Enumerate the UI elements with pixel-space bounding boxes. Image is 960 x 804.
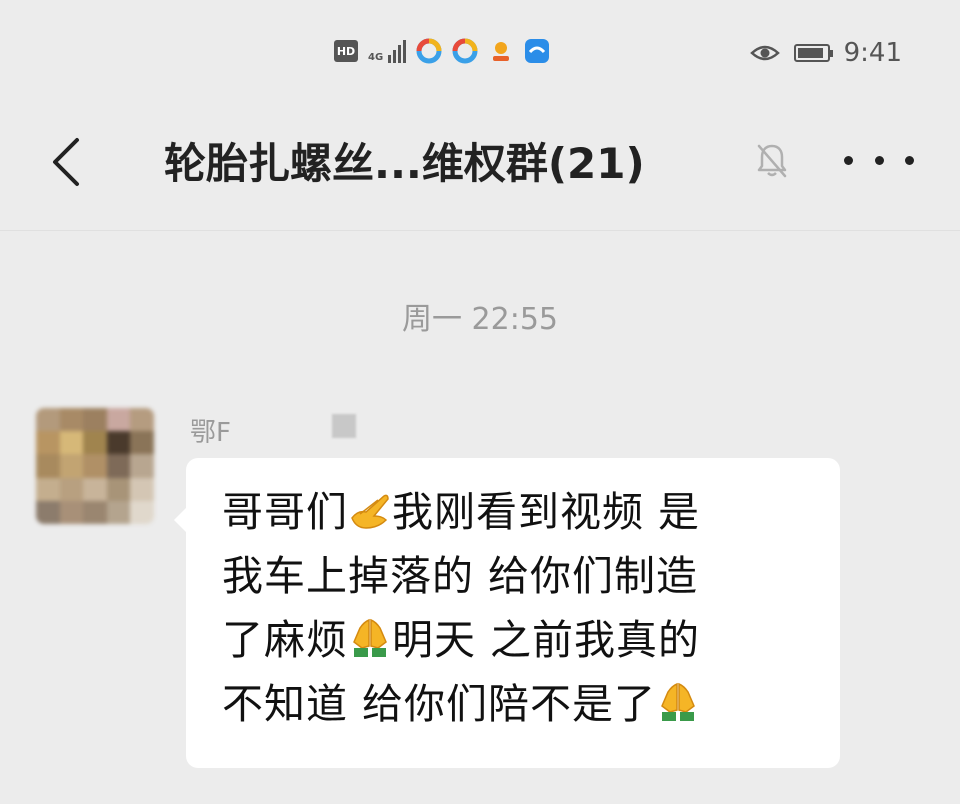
back-button[interactable] [40, 132, 90, 192]
battery-icon [793, 44, 833, 62]
message-text: 哥哥们 我刚看到视频 是 我车上掉落的 给你们制造 了麻烦 明天 之前我真的 不… [222, 480, 810, 736]
network-type-label: 4G [368, 52, 384, 63]
message-segment: 哥哥们 [222, 488, 348, 536]
dot-icon [905, 155, 914, 165]
app-notification-icon [416, 38, 442, 64]
app-notification-icon [493, 42, 510, 61]
clock: 9:41 [843, 38, 902, 68]
message-line: 哥哥们 我刚看到视频 是 [222, 480, 810, 544]
message-segment: 了麻烦 [222, 616, 348, 664]
message-segment: 不知道 给你们陪不是了 [222, 680, 657, 728]
eye-icon [749, 45, 780, 61]
message-segment: 我刚看到视频 是 [392, 488, 701, 536]
status-icons: HD 4G [334, 38, 550, 64]
folded-hands-emoji-icon [661, 682, 695, 721]
message-bubble[interactable]: 哥哥们 我刚看到视频 是 我车上掉落的 给你们制造 了麻烦 明天 之前我真的 不… [174, 458, 840, 768]
more-options-button[interactable] [844, 140, 914, 180]
message-segment: 明天 之前我真的 [392, 616, 701, 664]
folded-hands-emoji-icon [353, 618, 387, 657]
sender-name: 鄂F [190, 418, 231, 448]
message-line: 不知道 给你们陪不是了 [222, 672, 810, 736]
waving-hand-emoji-icon [351, 494, 389, 529]
dot-icon [874, 155, 884, 165]
mute-bell-icon [757, 144, 787, 178]
status-right: 9:41 [749, 38, 902, 68]
chevron-left-icon [53, 138, 79, 186]
avatar[interactable] [36, 408, 154, 524]
time-divider: 周一 22:55 [402, 302, 558, 337]
message-line: 了麻烦 明天 之前我真的 [222, 608, 810, 672]
hd-icon: HD [334, 40, 358, 62]
chat-title: 轮胎扎螺丝...维权群(21) [164, 139, 645, 188]
title-bar: 轮胎扎螺丝...维权群(21) [0, 110, 960, 231]
app-notification-icon [525, 39, 550, 63]
redaction-mark [332, 414, 356, 438]
message-line: 我车上掉落的 给你们制造 [222, 544, 810, 608]
app-notification-icon [452, 38, 478, 64]
signal-icon: 4G [368, 39, 407, 63]
dot-icon [844, 155, 853, 165]
status-bar: HD 4G 9:41 [0, 0, 960, 110]
message-segment: 我车上掉落的 给你们制造 [222, 552, 699, 600]
chat-screen: HD 4G 9:41 轮胎扎螺丝...维权群(21) 周一 22:55 鄂F 哥… [0, 0, 960, 804]
